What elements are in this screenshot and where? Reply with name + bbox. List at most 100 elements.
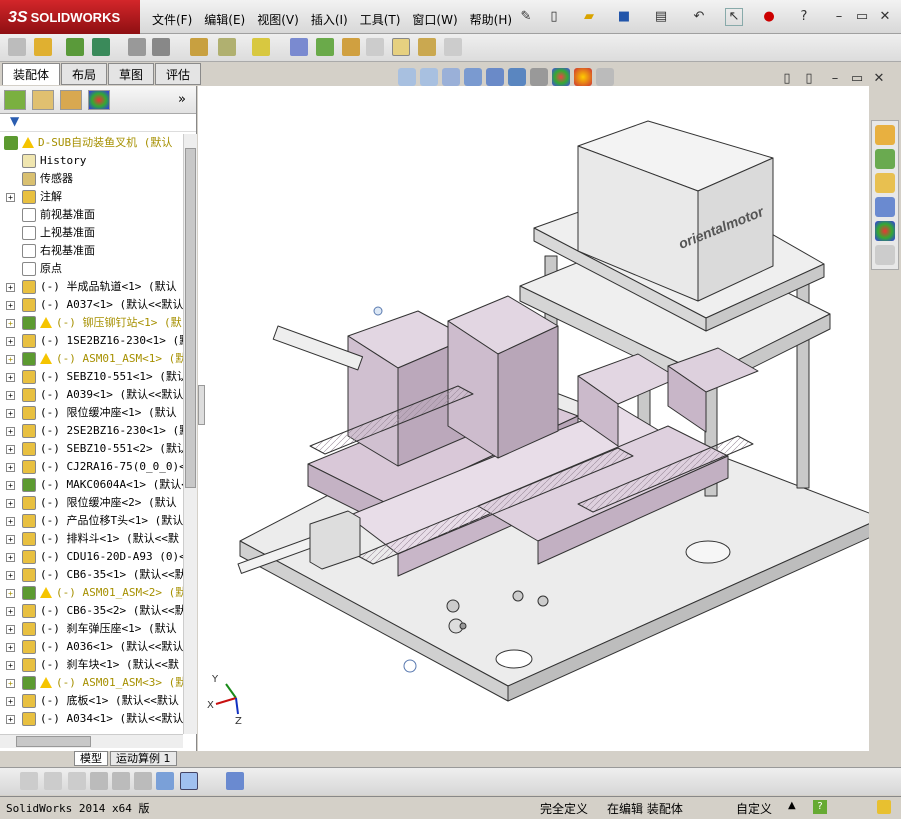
mate-icon[interactable] bbox=[34, 38, 52, 56]
hide-show-items-icon[interactable] bbox=[530, 68, 548, 86]
display-manager-tab-icon[interactable] bbox=[88, 90, 110, 110]
tree-item[interactable]: + (-) A039<1> (默认<<默认 bbox=[0, 386, 183, 404]
quick-tips-icon[interactable]: ? bbox=[813, 800, 827, 814]
smart-dimension-icon[interactable] bbox=[44, 772, 62, 790]
align-icon[interactable] bbox=[134, 772, 152, 790]
tree-item[interactable]: + (-) 底板<1> (默认<<默认 bbox=[0, 692, 183, 710]
expand-toggle-icon[interactable]: + bbox=[6, 535, 15, 544]
tab-model[interactable]: 模型 bbox=[74, 751, 108, 766]
tree-item[interactable]: + 注解 bbox=[0, 188, 183, 206]
open-folder-icon[interactable]: ▰ bbox=[580, 8, 598, 26]
expand-toggle-icon[interactable]: + bbox=[6, 625, 15, 634]
expand-toggle-icon[interactable]: + bbox=[6, 571, 15, 580]
tree-item[interactable]: + (-) 1SE2BZ16-230<1> (默 bbox=[0, 332, 183, 350]
doc-close-icon[interactable]: ✕ bbox=[870, 70, 888, 88]
view-orientation-icon[interactable] bbox=[486, 68, 504, 86]
close-icon[interactable]: ✕ bbox=[876, 8, 894, 26]
tree-item[interactable]: + (-) ASM01_ASM<3> (默 bbox=[0, 674, 183, 692]
expand-toggle-icon[interactable]: + bbox=[6, 355, 15, 364]
tree-item[interactable]: 前视基准面 bbox=[0, 206, 183, 224]
reference-geometry-icon[interactable] bbox=[218, 38, 236, 56]
tree-item[interactable]: 上视基准面 bbox=[0, 224, 183, 242]
home-icon[interactable] bbox=[875, 125, 895, 145]
expand-toggle-icon[interactable]: + bbox=[6, 715, 15, 724]
menu-edit[interactable]: 编辑(E) bbox=[198, 9, 251, 30]
tree-item[interactable]: + (-) 限位缓冲座<2> (默认 bbox=[0, 494, 183, 512]
tree-item[interactable]: 传感器 bbox=[0, 170, 183, 188]
tree-item[interactable]: + (-) CJ2RA16-75(0_0_0)<1 bbox=[0, 458, 183, 476]
tab-layout[interactable]: 布局 bbox=[61, 63, 108, 85]
menu-help[interactable]: 帮助(H) bbox=[464, 9, 518, 30]
graphics-viewport[interactable]: orientalmotor Y X Z bbox=[198, 86, 869, 751]
new-motion-study-icon[interactable] bbox=[252, 38, 270, 56]
expand-toggle-icon[interactable]: + bbox=[6, 373, 15, 382]
expand-toggle-icon[interactable]: + bbox=[6, 409, 15, 418]
tree-item[interactable]: + (-) A037<1> (默认<<默认 bbox=[0, 296, 183, 314]
expand-toggle-icon[interactable]: + bbox=[6, 337, 15, 346]
expand-toggle-icon[interactable]: + bbox=[6, 319, 15, 328]
filter-icon[interactable]: ▼ bbox=[10, 114, 19, 128]
expand-toggle-icon[interactable]: + bbox=[6, 283, 15, 292]
sketch-icon[interactable] bbox=[20, 772, 38, 790]
print-icon[interactable]: ▤ bbox=[652, 8, 670, 26]
tree-item[interactable]: 原点 bbox=[0, 260, 183, 278]
tree-item[interactable]: + (-) 产品位移T头<1> (默认 bbox=[0, 512, 183, 530]
tree-item[interactable]: + (-) CDU16-20D-A93 (0)<1 bbox=[0, 548, 183, 566]
menu-view[interactable]: 视图(V) bbox=[251, 9, 305, 30]
save-icon[interactable]: ■ bbox=[615, 8, 633, 26]
tree-item[interactable]: + (-) 排料斗<1> (默认<<默 bbox=[0, 530, 183, 548]
menu-insert[interactable]: 插入(I) bbox=[305, 9, 354, 30]
explode-line-icon[interactable] bbox=[342, 38, 360, 56]
expand-toggle-icon[interactable]: + bbox=[6, 697, 15, 706]
tree-item[interactable]: + (-) A034<1> (默认<<默认 bbox=[0, 710, 183, 728]
dimension-icon[interactable] bbox=[156, 772, 174, 790]
expand-toggle-icon[interactable]: + bbox=[6, 463, 15, 472]
spline-icon[interactable] bbox=[68, 772, 86, 790]
tag-icon[interactable] bbox=[877, 800, 891, 814]
menu-window[interactable]: 窗口(W) bbox=[406, 9, 463, 30]
interference-icon[interactable] bbox=[418, 38, 436, 56]
view-settings-icon[interactable] bbox=[596, 68, 614, 86]
tab-assembly[interactable]: 装配体 bbox=[2, 63, 61, 85]
file-explorer-icon[interactable] bbox=[875, 173, 895, 193]
expand-toggle-icon[interactable]: + bbox=[6, 643, 15, 652]
zoom-to-fit-icon[interactable] bbox=[398, 68, 416, 86]
snapshot-icon[interactable] bbox=[444, 38, 462, 56]
tree-item[interactable]: + (-) CB6-35<2> (默认<<默 bbox=[0, 602, 183, 620]
tree-item[interactable]: + (-) SEBZ10-551<2> (默认 bbox=[0, 440, 183, 458]
expand-toggle-icon[interactable]: + bbox=[6, 427, 15, 436]
expand-toggle-icon[interactable]: + bbox=[6, 517, 15, 526]
feature-tree-tab-icon[interactable] bbox=[4, 90, 26, 110]
menu-file[interactable]: 文件(F) bbox=[146, 9, 198, 30]
assembly-features-icon[interactable] bbox=[190, 38, 208, 56]
expand-toggle-icon[interactable]: + bbox=[6, 499, 15, 508]
large-design-review-icon[interactable] bbox=[392, 38, 410, 56]
rebuild-icon[interactable]: ● bbox=[760, 8, 778, 26]
property-manager-tab-icon[interactable] bbox=[32, 90, 54, 110]
tree-item[interactable]: + (-) ASM01_ASM<2> (默 bbox=[0, 584, 183, 602]
tree-item[interactable]: + (-) 铆压铆钉站<1> (默 bbox=[0, 314, 183, 332]
configuration-manager-tab-icon[interactable] bbox=[60, 90, 82, 110]
expand-toggle-icon[interactable]: + bbox=[6, 445, 15, 454]
expand-toggle-icon[interactable]: + bbox=[6, 679, 15, 688]
design-library-icon[interactable] bbox=[875, 149, 895, 169]
linear-pattern-icon[interactable] bbox=[66, 38, 84, 56]
help-icon[interactable]: ? bbox=[795, 8, 813, 26]
tree-item[interactable]: History bbox=[0, 152, 183, 170]
select-arrow-icon[interactable]: ↖ bbox=[725, 8, 743, 26]
tree-item[interactable]: + (-) 半成品轨道<1> (默认 bbox=[0, 278, 183, 296]
shaded-view-icon[interactable] bbox=[180, 772, 198, 790]
tree-item[interactable]: + (-) 限位缓冲座<1> (默认 bbox=[0, 404, 183, 422]
tree-item[interactable]: + (-) 2SE2BZ16-230<1> (默 bbox=[0, 422, 183, 440]
units-dropdown-icon[interactable]: ▲ bbox=[788, 800, 796, 811]
zoom-to-area-icon[interactable] bbox=[420, 68, 438, 86]
move-component-icon[interactable] bbox=[128, 38, 146, 56]
expand-toggle-icon[interactable]: + bbox=[6, 193, 15, 202]
apply-scene-icon[interactable] bbox=[574, 68, 592, 86]
bill-of-materials-icon[interactable] bbox=[290, 38, 308, 56]
tree-filter[interactable]: ▼ bbox=[0, 114, 196, 132]
scroll-thumb[interactable] bbox=[185, 148, 196, 488]
view-palette-icon[interactable] bbox=[875, 197, 895, 217]
new-document-icon[interactable]: ▯ bbox=[545, 8, 563, 26]
tree-item[interactable]: + (-) MAKC0604A<1> (默认< bbox=[0, 476, 183, 494]
